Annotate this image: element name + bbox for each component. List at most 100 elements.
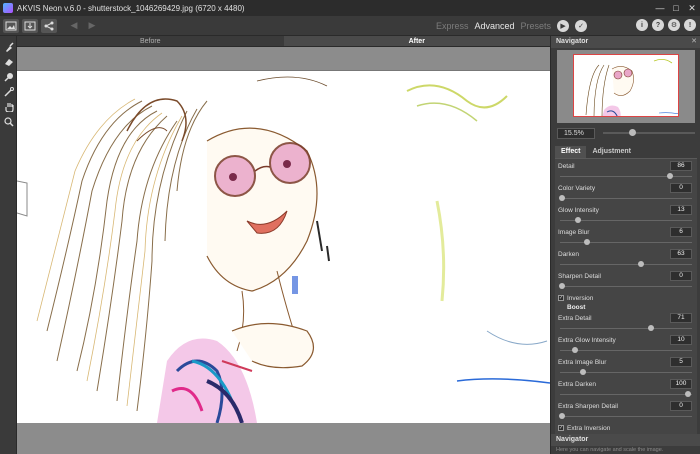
navigator-viewport[interactable]	[573, 54, 679, 117]
smudge-icon	[3, 72, 13, 82]
about-button[interactable]: i	[636, 19, 648, 31]
save-image-button[interactable]	[22, 18, 38, 33]
param-slider-handle[interactable]	[584, 239, 591, 245]
param-value-field[interactable]: 10	[670, 335, 692, 345]
param-extra-glow-intensity: Extra Glow Intensity 10	[558, 335, 692, 357]
navigator-header: Navigator ✕	[551, 36, 700, 48]
param-slider-track[interactable]	[560, 394, 692, 395]
param-slider-handle[interactable]	[559, 283, 565, 289]
save-image-icon	[24, 21, 36, 30]
help-panel-title: Navigator	[551, 434, 700, 446]
smudge-tool[interactable]	[0, 69, 17, 84]
zoom-slider[interactable]	[603, 129, 695, 136]
wand-tool[interactable]	[0, 84, 17, 99]
param-label: Darken	[558, 251, 579, 258]
param-extra-image-blur: Extra Image Blur 5	[558, 357, 692, 379]
minimize-button[interactable]: —	[652, 0, 668, 16]
param-value-field[interactable]: 86	[670, 161, 692, 171]
param-slider-handle[interactable]	[667, 173, 674, 179]
canvas-area[interactable]	[17, 47, 550, 454]
param-sharpen-detail: Sharpen Detail 0	[558, 271, 692, 293]
param-value-field[interactable]: 0	[670, 271, 692, 281]
tab-adjustment[interactable]: Adjustment	[586, 146, 637, 158]
run-button[interactable]: ▶	[557, 20, 570, 32]
window-title: AKVIS Neon v.6.0 - shutterstock_10462694…	[17, 3, 245, 13]
right-toolbar: i ? ⚙ !	[636, 19, 696, 31]
param-label: Glow Intensity	[558, 207, 599, 214]
extra-inversion-check-icon[interactable]: ✓	[558, 425, 564, 431]
main-toolbar: ◀ ▶ Express Advanced Presets ▶ ✓ i ? ⚙ !	[0, 16, 700, 36]
hand-tool[interactable]	[0, 99, 17, 114]
inversion-label: Inversion	[567, 294, 594, 302]
mode-express[interactable]: Express	[436, 21, 469, 31]
param-slider-handle[interactable]	[580, 369, 587, 375]
share-image-icon	[44, 21, 54, 30]
navigator-close-icon[interactable]: ✕	[688, 36, 700, 48]
param-value-field[interactable]: 63	[670, 249, 692, 259]
param-label: Extra Glow Intensity	[558, 337, 616, 344]
share-image-button[interactable]	[41, 18, 57, 33]
zoom-row: 15.5%	[557, 127, 695, 139]
settings-button[interactable]: ⚙	[668, 19, 680, 31]
param-value-field[interactable]: 0	[670, 183, 692, 193]
open-image-button[interactable]	[3, 18, 19, 33]
tab-before[interactable]: Before	[17, 36, 284, 47]
zoom-select[interactable]: 15.5%	[557, 127, 595, 139]
param-extra-detail: Extra Detail 71	[558, 313, 692, 335]
mode-presets[interactable]: Presets	[521, 21, 552, 31]
param-detail: Detail 86	[558, 161, 692, 183]
param-slider-track[interactable]	[560, 416, 692, 417]
hand-icon	[4, 102, 14, 112]
navigator-preview[interactable]	[557, 50, 695, 123]
param-slider-handle[interactable]	[638, 261, 645, 267]
extra-inversion-checkbox[interactable]: ✓ Extra Inversion	[558, 423, 610, 433]
inversion-checkbox[interactable]: ✓ Inversion	[558, 293, 593, 303]
brush-icon	[5, 41, 14, 52]
tab-effect[interactable]: Effect	[555, 146, 587, 158]
param-label: Extra Image Blur	[558, 359, 607, 366]
param-value-field[interactable]: 0	[670, 401, 692, 411]
param-slider-track[interactable]	[560, 286, 692, 287]
param-slider-track[interactable]	[560, 264, 692, 265]
undo-icon[interactable]: ◀	[67, 19, 81, 33]
param-slider-track[interactable]	[560, 328, 692, 329]
param-slider-handle[interactable]	[685, 391, 691, 397]
effect-parameters: Detail 86 Color Variety 0 Glow Intensity…	[555, 158, 697, 434]
zoom-tool[interactable]	[0, 114, 17, 129]
notice-button[interactable]: !	[684, 19, 696, 31]
param-slider-handle[interactable]	[648, 325, 655, 331]
navigator-thumbnail-image	[585, 59, 678, 116]
param-label: Color Variety	[558, 185, 596, 192]
neon-portrait-image	[17, 76, 550, 423]
eraser-tool[interactable]	[0, 54, 17, 69]
processed-image[interactable]	[17, 71, 550, 423]
canvas-margin-bottom	[17, 423, 550, 454]
param-slider-track[interactable]	[560, 198, 692, 199]
param-value-field[interactable]: 5	[670, 357, 692, 367]
param-image-blur: Image Blur 6	[558, 227, 692, 249]
param-slider-handle[interactable]	[559, 195, 565, 201]
tool-panel	[0, 36, 17, 454]
tab-after[interactable]: After	[283, 36, 550, 47]
brush-tool[interactable]	[0, 39, 17, 54]
param-glow-intensity: Glow Intensity 13	[558, 205, 692, 227]
param-value-field[interactable]: 13	[670, 205, 692, 215]
param-value-field[interactable]: 100	[670, 379, 692, 389]
apply-button[interactable]: ✓	[575, 20, 588, 32]
param-slider-handle[interactable]	[571, 347, 578, 353]
param-slider-track[interactable]	[560, 350, 692, 351]
param-slider-handle[interactable]	[559, 413, 565, 419]
redo-icon[interactable]: ▶	[85, 19, 99, 33]
mode-advanced[interactable]: Advanced	[475, 21, 515, 31]
param-value-field[interactable]: 6	[670, 227, 692, 237]
param-slider-track[interactable]	[560, 242, 692, 243]
inversion-check-icon[interactable]: ✓	[558, 295, 564, 301]
help-button[interactable]: ?	[652, 19, 664, 31]
zoom-slider-handle[interactable]	[629, 129, 637, 136]
maximize-button[interactable]: □	[668, 0, 684, 16]
param-slider-handle[interactable]	[575, 217, 582, 223]
param-extra-sharpen-detail: Extra Sharpen Detail 0	[558, 401, 692, 423]
param-value-field[interactable]: 71	[670, 313, 692, 323]
close-button[interactable]: ✕	[684, 0, 700, 16]
zoom-icon	[3, 116, 14, 127]
